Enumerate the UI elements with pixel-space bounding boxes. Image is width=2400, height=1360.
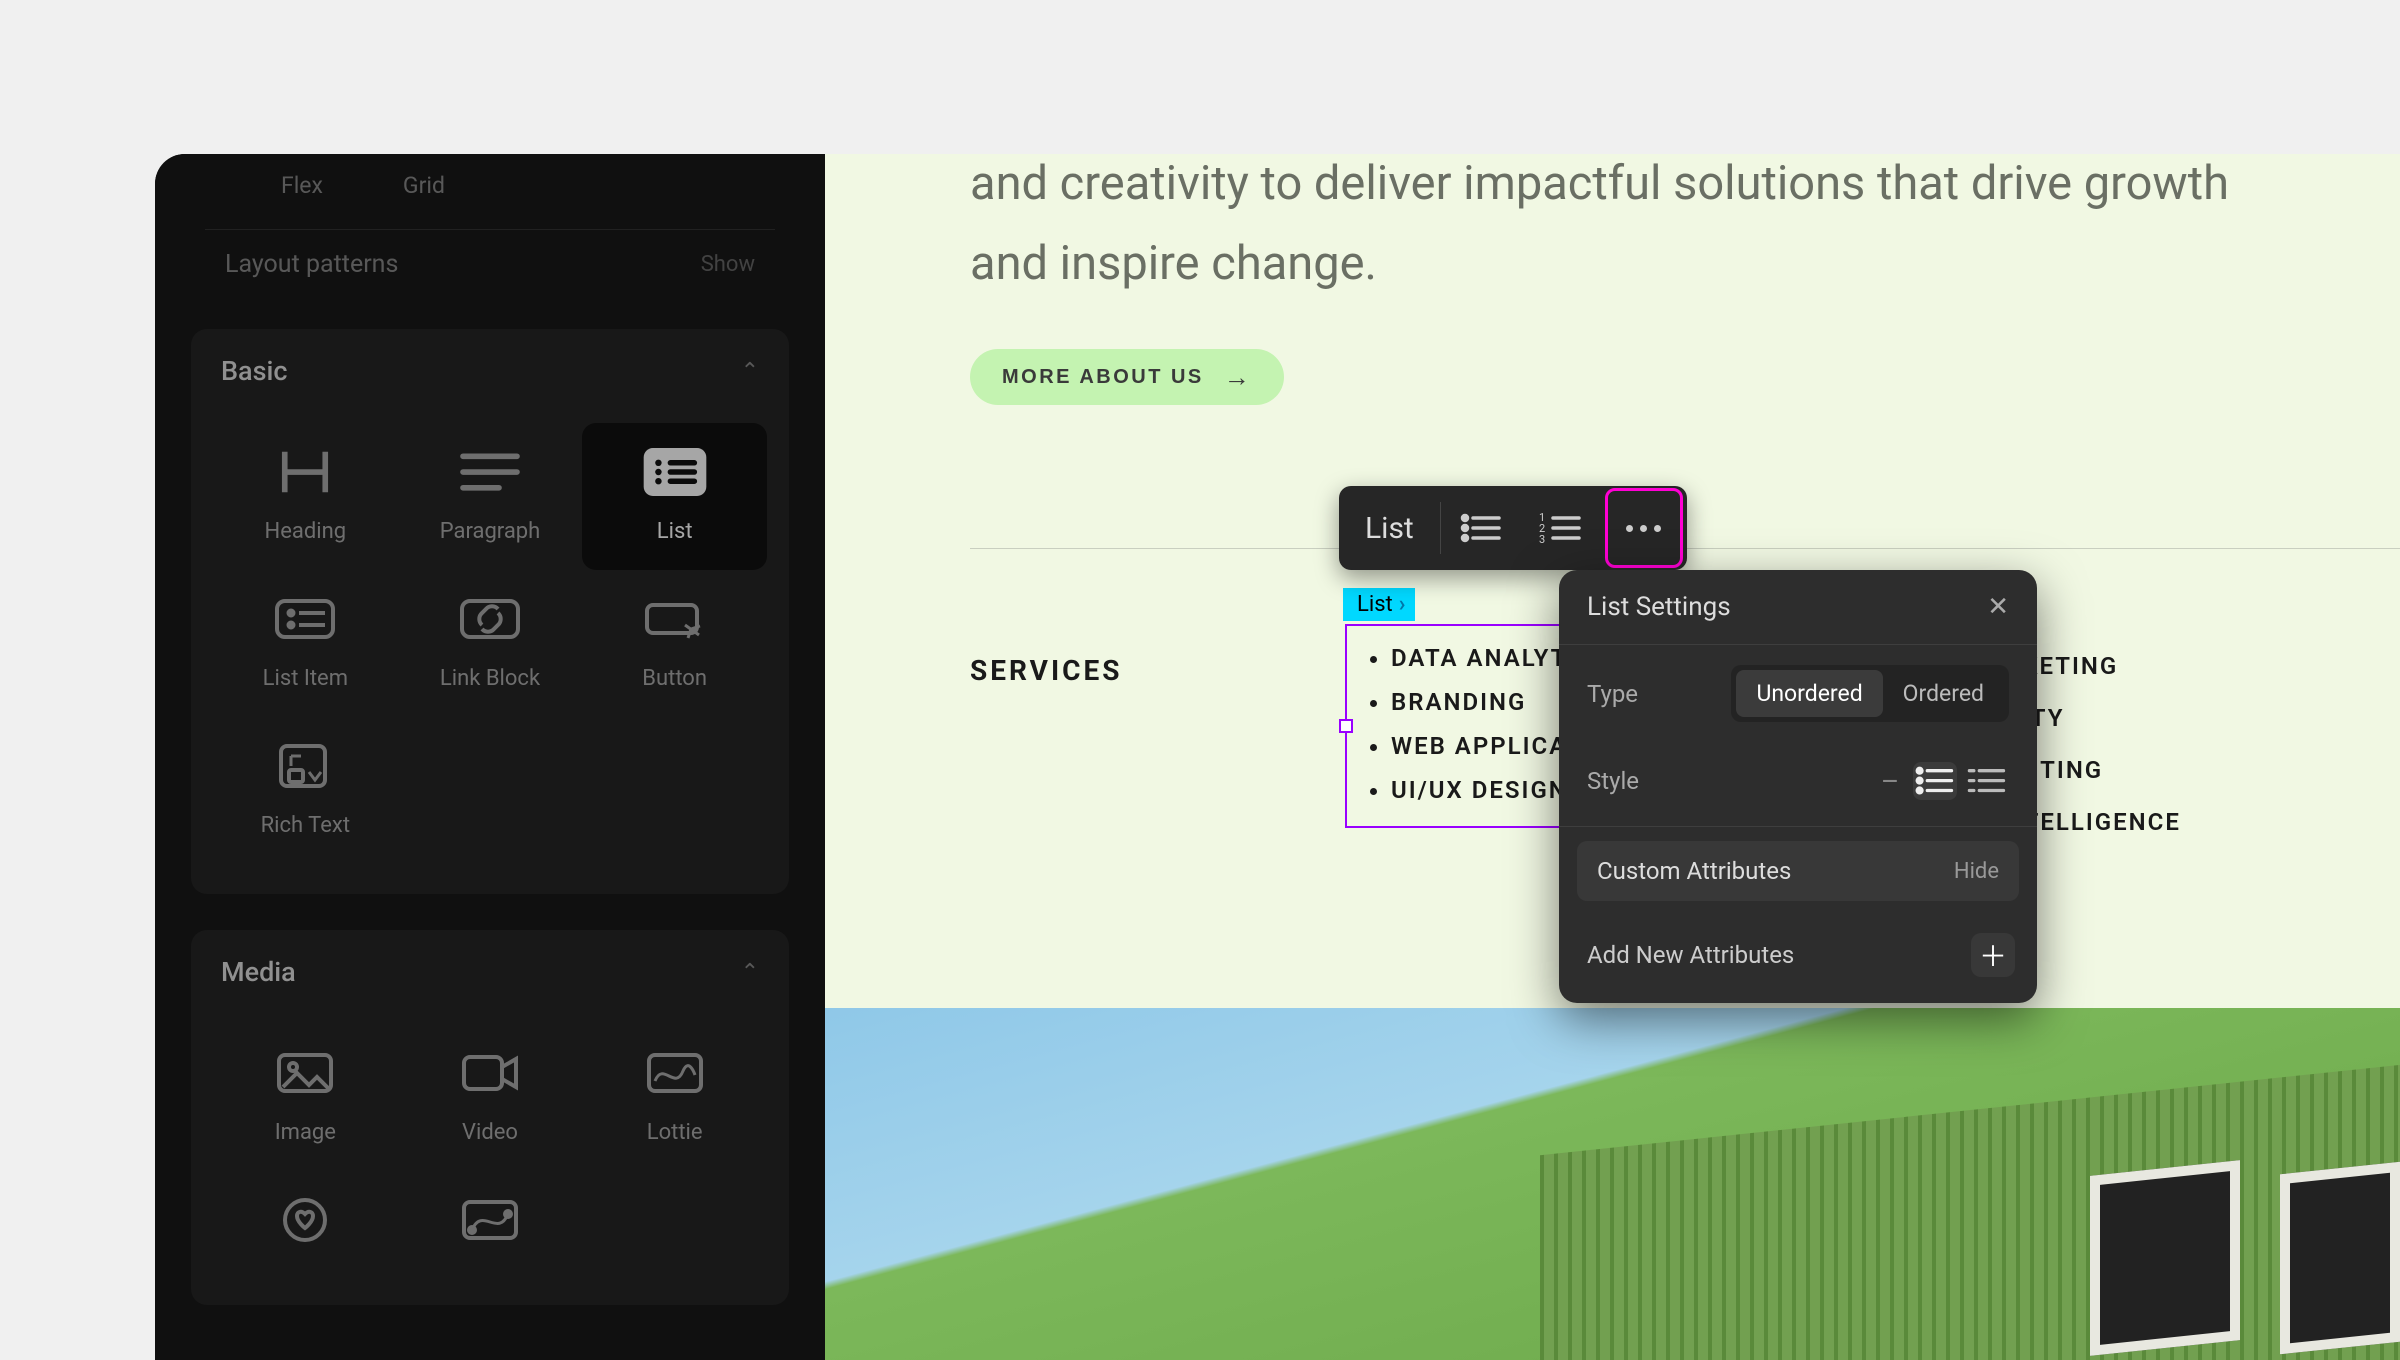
tile-label: Button	[642, 666, 707, 691]
custom-attributes-hide[interactable]: Hide	[1954, 859, 1999, 884]
tile-label: Paragraph	[440, 519, 541, 544]
tile-label: List	[657, 519, 693, 544]
paragraph-icon	[455, 443, 525, 501]
list-settings-popover: List Settings ✕ Type Unordered Ordered S…	[1559, 570, 2037, 1003]
tile-label: Lottie	[647, 1120, 703, 1145]
resize-handle-left[interactable]	[1339, 719, 1353, 733]
chevron-up-icon: ⌃	[741, 359, 759, 384]
curve-icon	[455, 1191, 525, 1249]
tile-label: Video	[462, 1120, 518, 1145]
layout-tabs: Flex Grid	[191, 154, 789, 229]
style-lines-option[interactable]	[1965, 762, 2009, 800]
rich-text-icon	[270, 737, 340, 795]
plus-icon: ＋	[1979, 935, 2007, 975]
style-bullets-option[interactable]	[1913, 762, 1957, 800]
tile-video[interactable]: Video	[398, 1024, 583, 1171]
tile-label: Heading	[265, 519, 347, 544]
panel-media-title: Media	[221, 956, 296, 988]
toolbar-unordered-list-button[interactable]	[1441, 486, 1521, 570]
layout-patterns-show[interactable]: Show	[701, 252, 755, 277]
type-ordered-option[interactable]: Ordered	[1883, 670, 2004, 717]
tab-flex[interactable]: Flex	[281, 172, 323, 199]
toolbar-more-button[interactable]	[1605, 488, 1683, 568]
add-attributes-label: Add New Attributes	[1587, 941, 1794, 969]
element-toolbar: List 123	[1339, 486, 1687, 570]
tile-lottie[interactable]: Lottie	[582, 1024, 767, 1171]
panel-media-header[interactable]: Media ⌃	[191, 930, 789, 1014]
chevron-up-icon: ⌃	[741, 960, 759, 985]
toolbar-ordered-list-button[interactable]: 123	[1521, 486, 1601, 570]
image-icon	[270, 1044, 340, 1102]
type-unordered-option[interactable]: Unordered	[1736, 670, 1882, 717]
tile-list-item[interactable]: List Item	[213, 570, 398, 717]
more-icon	[1626, 525, 1661, 532]
element-tag-list[interactable]: List ›	[1343, 588, 1415, 621]
tile-image[interactable]: Image	[213, 1024, 398, 1171]
custom-attributes-row[interactable]: Custom Attributes Hide	[1577, 841, 2019, 901]
list-icon	[640, 443, 710, 501]
tile-list[interactable]: List	[582, 423, 767, 570]
add-attribute-button[interactable]: ＋	[1971, 933, 2015, 977]
element-tag-label: List	[1357, 592, 1393, 617]
more-about-us-button[interactable]: MORE ABOUT US →	[970, 349, 1284, 405]
heading-icon	[270, 443, 340, 501]
close-icon[interactable]: ✕	[1987, 592, 2009, 622]
heart-icon	[270, 1191, 340, 1249]
chevron-right-icon: ›	[1399, 592, 1406, 617]
panel-basic: Basic ⌃ Heading Paragraph	[191, 329, 789, 894]
lottie-icon	[640, 1044, 710, 1102]
type-toggle: Unordered Ordered	[1731, 665, 2009, 722]
link-icon	[455, 590, 525, 648]
app-window: Flex Grid Layout patterns Show Basic ⌃ H…	[155, 154, 2400, 1360]
tile-rich-text[interactable]: Rich Text	[213, 717, 398, 864]
tile-extra-2[interactable]	[398, 1171, 583, 1275]
cta-label: MORE ABOUT US	[1002, 366, 1204, 389]
panel-basic-header[interactable]: Basic ⌃	[191, 329, 789, 413]
panel-media: Media ⌃ Image Video	[191, 930, 789, 1305]
layout-patterns-label: Layout patterns	[225, 250, 398, 279]
popover-title: List Settings	[1587, 592, 1731, 622]
services-heading: SERVICES	[970, 654, 1122, 687]
panel-basic-title: Basic	[221, 355, 287, 387]
design-canvas[interactable]: and creativity to deliver impactful solu…	[825, 154, 2400, 1360]
custom-attributes-label: Custom Attributes	[1597, 857, 1791, 885]
style-label: Style	[1587, 767, 1639, 795]
video-icon	[455, 1044, 525, 1102]
tile-paragraph[interactable]: Paragraph	[398, 423, 583, 570]
tile-link-block[interactable]: Link Block	[398, 570, 583, 717]
layout-patterns-row: Layout patterns Show	[205, 229, 775, 329]
list-item-icon	[270, 590, 340, 648]
tile-extra-1[interactable]	[213, 1171, 398, 1275]
elements-sidebar: Flex Grid Layout patterns Show Basic ⌃ H…	[155, 154, 825, 1360]
tile-label: Rich Text	[261, 813, 350, 838]
tile-label: List Item	[263, 666, 348, 691]
svg-text:3: 3	[1539, 533, 1545, 546]
button-icon	[640, 590, 710, 648]
tile-button[interactable]: Button	[582, 570, 767, 717]
arrow-right-icon: →	[1224, 364, 1253, 390]
toolbar-element-label: List	[1339, 502, 1441, 554]
hero-text: and creativity to deliver impactful solu…	[970, 154, 2280, 304]
hero-image	[825, 1008, 2400, 1360]
style-none-option[interactable]: –	[1875, 762, 1905, 800]
tile-label: Image	[275, 1120, 336, 1145]
type-label: Type	[1587, 680, 1638, 708]
tile-label: Link Block	[440, 666, 540, 691]
tab-grid[interactable]: Grid	[403, 172, 445, 199]
tile-heading[interactable]: Heading	[213, 423, 398, 570]
